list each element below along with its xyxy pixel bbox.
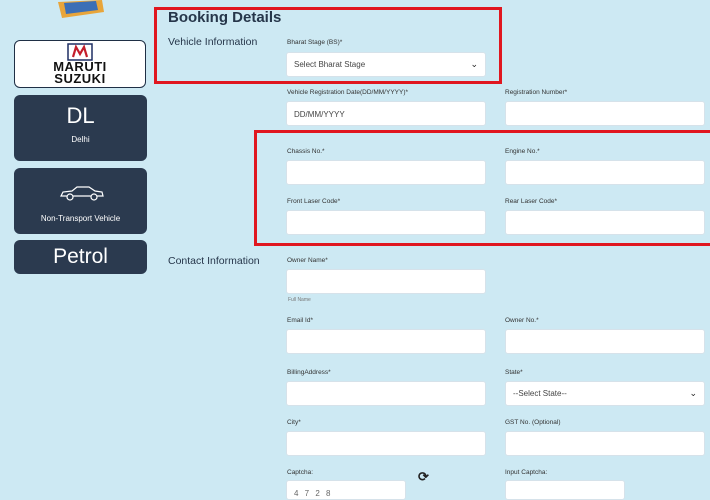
reg-number-input[interactable] [505, 101, 705, 126]
reg-number-label: Registration Number* [505, 89, 568, 96]
state-value: --Select State-- [513, 389, 567, 398]
city-card[interactable]: DL Delhi [14, 95, 147, 161]
city-label: City* [287, 419, 301, 426]
vehicle-type-label: Non-Transport Vehicle [40, 214, 121, 223]
fuel-label: Petrol [53, 245, 108, 268]
state-select[interactable]: --Select State-- ⌄ [505, 381, 705, 406]
brand-card-maruti-suzuki[interactable]: MARUTI SUZUKI [14, 40, 146, 88]
owner-name-input[interactable] [286, 269, 486, 294]
city-code: DL [66, 103, 95, 128]
vehicle-type-card[interactable]: Non-Transport Vehicle [14, 168, 147, 234]
reg-date-placeholder: DD/MM/YYYY [294, 110, 345, 119]
input-captcha-field[interactable] [505, 480, 625, 500]
bharat-stage-value: Select Bharat Stage [294, 60, 366, 69]
contact-info-heading: Contact Information [168, 255, 260, 267]
refresh-icon[interactable]: ⟳ [418, 469, 429, 485]
owner-name-hint: Full Name [288, 297, 311, 303]
front-laser-label: Front Laser Code* [287, 198, 341, 205]
fuel-card[interactable]: Petrol [14, 240, 147, 274]
front-laser-input[interactable] [286, 210, 486, 235]
email-label: Email Id* [287, 317, 314, 324]
email-input[interactable] [286, 329, 486, 354]
captcha-value: 4 7 2 8 [294, 489, 333, 498]
captcha-image: 4 7 2 8 [286, 480, 406, 500]
brand-name-line2: SUZUKI [54, 71, 106, 86]
rear-laser-label: Rear Laser Code* [505, 198, 558, 205]
bharat-stage-label: Bharat Stage (BS)* [287, 39, 343, 46]
brand-logo-partial [58, 0, 104, 18]
car-icon [60, 186, 104, 201]
bharat-stage-select[interactable]: Select Bharat Stage ⌄ [286, 52, 486, 77]
engine-label: Engine No.* [505, 148, 540, 155]
state-label: State* [505, 369, 523, 376]
billing-input[interactable] [286, 381, 486, 406]
city-name: Delhi [71, 135, 90, 144]
gst-label: GST No. (Optional) [505, 419, 561, 426]
owner-name-label: Owner Name* [287, 257, 328, 264]
reg-date-input[interactable]: DD/MM/YYYY [286, 101, 486, 126]
owner-no-label: Owner No.* [505, 317, 539, 324]
chevron-down-icon: ⌄ [689, 388, 697, 398]
chassis-input[interactable] [286, 160, 486, 185]
engine-input[interactable] [505, 160, 705, 185]
gst-input[interactable] [505, 431, 705, 456]
billing-label: BillingAddress* [287, 369, 331, 376]
chevron-down-icon: ⌄ [470, 59, 478, 69]
reg-date-label: Vehicle Registration Date(DD/MM/YYYY)* [287, 89, 409, 96]
input-captcha-label: Input Captcha: [505, 469, 548, 476]
city-input[interactable] [286, 431, 486, 456]
chassis-label: Chassis No.* [287, 148, 325, 155]
rear-laser-input[interactable] [505, 210, 705, 235]
owner-no-input[interactable] [505, 329, 705, 354]
captcha-label: Captcha: [287, 469, 314, 476]
